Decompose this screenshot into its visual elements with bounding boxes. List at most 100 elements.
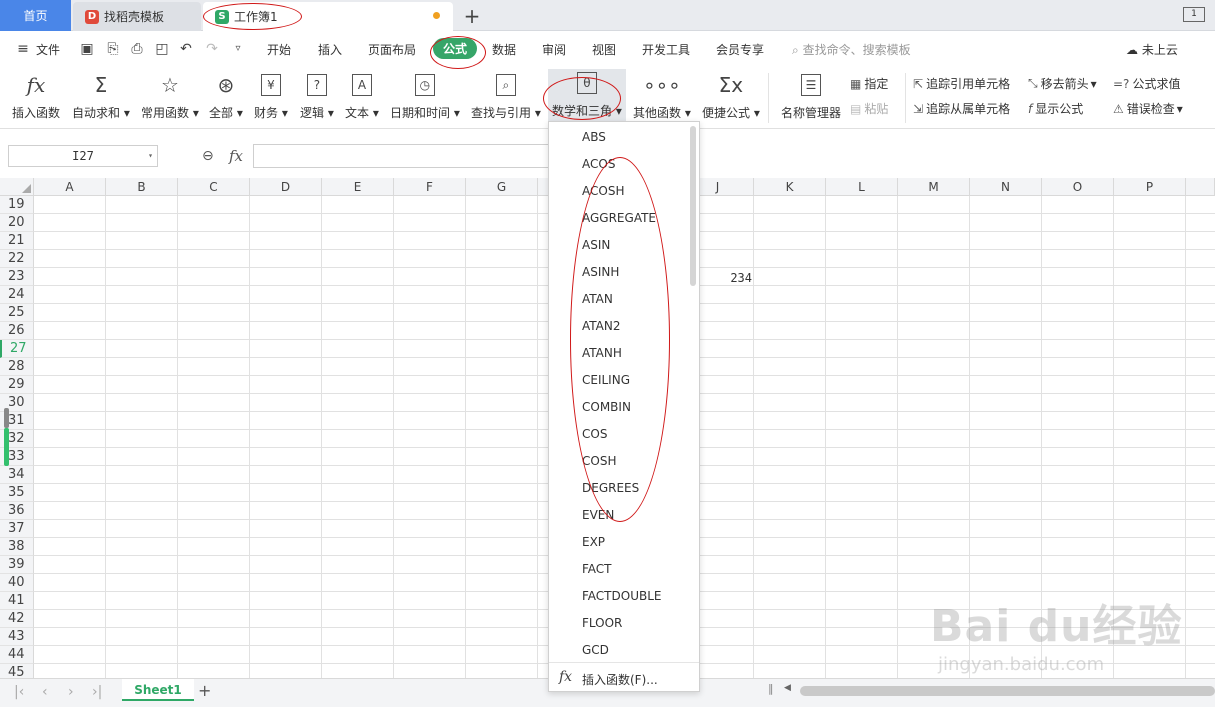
print-icon[interactable]: ⎙ [128,40,146,58]
column-header[interactable]: B [106,178,178,196]
column-header[interactable]: K [754,178,826,196]
chevron-down-icon[interactable]: ▾ [148,146,153,166]
save-icon[interactable]: ▣ [78,40,96,58]
function-item[interactable]: FACTDOUBLE [582,589,661,603]
insert-function-menu-item[interactable]: fx 插入函数(F)... [549,662,699,692]
menu-insert[interactable]: 插入 [318,41,342,58]
add-sheet-plus-icon[interactable]: + [198,681,211,700]
menu-file[interactable]: 文件 [36,41,60,58]
lookup-button[interactable]: ⌕ 查找与引用 ▾ [471,71,541,121]
math-trig-button[interactable]: θ 数学和三角 ▾ [548,69,626,123]
insert-function-button[interactable]: fx 插入函数 [12,71,60,121]
command-search[interactable]: ⌕ 查找命令、搜索模板 [792,41,911,58]
logic-button[interactable]: ? 逻辑 ▾ [300,71,334,121]
row-header[interactable]: 36 [0,502,34,520]
row-header[interactable]: 27 [0,340,34,358]
text-button[interactable]: A 文本 ▾ [345,71,379,121]
export-pdf-icon[interactable]: ⎘ [104,40,122,58]
column-header[interactable]: O [1042,178,1114,196]
finance-button[interactable]: ¥ 财务 ▾ [254,71,288,121]
show-formulas-button[interactable]: f 显示公式 [1028,100,1083,117]
scroll-left-icon[interactable]: ◀ [784,683,791,693]
autosum-button[interactable]: Σ 自动求和 ▾ [72,71,130,121]
row-header[interactable]: 20 [0,214,34,232]
row-header[interactable]: 26 [0,322,34,340]
column-header[interactable] [1186,178,1215,196]
column-header[interactable]: P [1114,178,1186,196]
menu-member[interactable]: 会员专享 [716,41,764,58]
name-manager-button[interactable]: ☰ 名称管理器 [781,71,841,121]
row-header[interactable]: 38 [0,538,34,556]
column-header[interactable]: L [826,178,898,196]
function-item[interactable]: GCD [582,643,609,657]
menu-view[interactable]: 视图 [592,41,616,58]
function-item[interactable]: COS [582,427,607,441]
all-functions-button[interactable]: ⊛ 全部 ▾ [209,71,243,121]
menu-page-layout[interactable]: 页面布局 [368,41,416,58]
common-functions-button[interactable]: ☆ 常用函数 ▾ [141,71,199,121]
remove-arrows-button[interactable]: ⤡ 移去箭头 ▾ [1028,75,1097,92]
function-item[interactable]: AGGREGATE [582,211,656,225]
function-item[interactable]: DEGREES [582,481,639,495]
row-header[interactable]: 41 [0,592,34,610]
menu-start[interactable]: 开始 [267,41,291,58]
cell-value[interactable]: 234 [722,271,752,285]
tab-workbook[interactable]: S 工作簿1 [203,2,453,31]
paste-button[interactable]: ▤ 粘贴 [850,100,888,117]
row-header[interactable]: 44 [0,646,34,664]
row-header[interactable]: 40 [0,574,34,592]
column-header[interactable]: F [394,178,466,196]
row-header[interactable]: 29 [0,376,34,394]
new-tab-plus-icon[interactable]: + [462,4,482,28]
function-item[interactable]: ACOS [582,157,615,171]
horizontal-scrollbar[interactable] [800,686,1215,696]
first-sheet-icon[interactable]: |‹ [14,684,24,700]
trace-dependents-button[interactable]: ⇲ 追踪从属单元格 [913,100,1010,117]
specify-button[interactable]: ▦ 指定 [850,75,888,92]
datetime-button[interactable]: ◷ 日期和时间 ▾ [390,71,460,121]
name-box[interactable]: I27 ▾ [8,145,158,167]
row-header[interactable]: 34 [0,466,34,484]
error-check-button[interactable]: ⚠ 错误检查 ▾ [1113,100,1183,117]
function-item[interactable]: ATANH [582,346,622,360]
function-item[interactable]: ATAN2 [582,319,621,333]
function-item[interactable]: EVEN [582,508,614,522]
row-header[interactable]: 24 [0,286,34,304]
row-header[interactable]: 35 [0,484,34,502]
dropdown-scrollbar[interactable] [690,126,696,286]
row-header[interactable]: 42 [0,610,34,628]
function-item[interactable]: ACOSH [582,184,624,198]
menu-review[interactable]: 审阅 [542,41,566,58]
row-header[interactable]: 28 [0,358,34,376]
fx-icon[interactable]: fx [229,147,243,165]
column-header[interactable]: A [34,178,106,196]
window-mode-button[interactable]: 1 [1183,7,1205,22]
hamburger-icon[interactable]: ≡ [14,40,32,58]
prev-sheet-icon[interactable]: ‹ [42,684,48,700]
quick-formula-button[interactable]: Σx 便捷公式 ▾ [702,71,760,121]
row-header[interactable]: 22 [0,250,34,268]
function-item[interactable]: FACT [582,562,612,576]
formula-input[interactable] [253,144,553,168]
row-header[interactable]: 39 [0,556,34,574]
function-item[interactable]: ATAN [582,292,613,306]
print-preview-icon[interactable]: ◰ [153,40,171,58]
function-item[interactable]: EXP [582,535,605,549]
function-item[interactable]: ASIN [582,238,610,252]
row-header[interactable]: 25 [0,304,34,322]
zoom-icon[interactable]: ⊖ [202,148,214,164]
row-header[interactable]: 23 [0,268,34,286]
menu-developer[interactable]: 开发工具 [642,41,690,58]
trace-precedents-button[interactable]: ⇱ 追踪引用单元格 [913,75,1010,92]
tab-home[interactable]: 首页 [0,0,71,31]
evaluate-formula-button[interactable]: =? 公式求值 [1113,75,1180,92]
cloud-status[interactable]: ☁ 未上云 [1126,41,1178,58]
row-header[interactable]: 37 [0,520,34,538]
next-sheet-icon[interactable]: › [68,684,74,700]
function-item[interactable]: FLOOR [582,616,622,630]
column-header[interactable]: C [178,178,250,196]
menu-formula[interactable]: 公式 [433,38,478,59]
redo-icon[interactable]: ↷ [203,40,221,58]
function-item[interactable]: ASINH [582,265,619,279]
function-item[interactable]: ABS [582,130,606,144]
